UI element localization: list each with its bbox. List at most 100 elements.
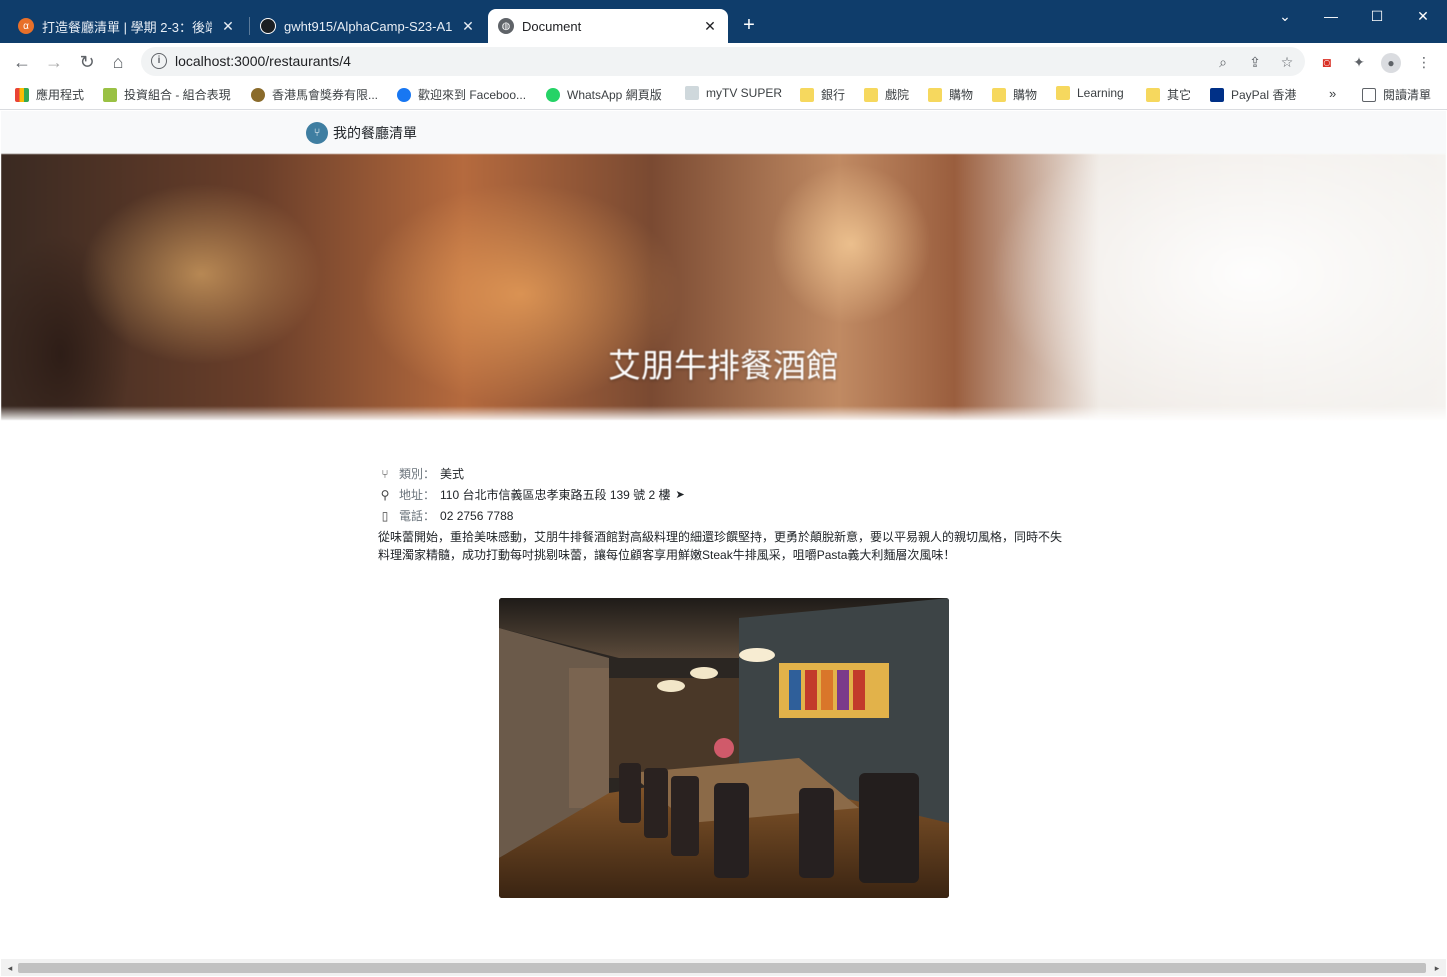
page-viewport: ⑂ 我的餐廳清單 艾朋牛排餐酒館 ⑂ 類別： 美式 ⚲ 地址： 110 台北市信… bbox=[1, 111, 1446, 959]
location-arrow-icon[interactable]: ➤ bbox=[676, 488, 685, 501]
scrollbar-thumb[interactable] bbox=[18, 963, 1426, 973]
bookmark-label: 歡迎來到 Faceboo... bbox=[418, 88, 527, 102]
address-bar[interactable]: i localhost:3000/restaurants/4 ⌕ ⇪ ☆ bbox=[141, 47, 1305, 76]
mobile-phone-icon: ▯ bbox=[381, 508, 389, 523]
bookmark-label: 香港馬會獎券有限... bbox=[272, 88, 379, 102]
github-icon bbox=[260, 18, 276, 34]
category-value: 美式 bbox=[440, 467, 465, 481]
bookmark-label: Learning bbox=[1077, 86, 1124, 100]
folder-icon bbox=[800, 87, 814, 102]
portfolio-icon bbox=[103, 87, 117, 102]
bookmark-label: 銀行 bbox=[821, 88, 846, 102]
close-icon[interactable]: ✕ bbox=[220, 18, 236, 35]
bookmark-apps[interactable]: 應用程式 bbox=[15, 86, 84, 103]
bookmark-label: 購物 bbox=[949, 88, 974, 102]
extensions-icon[interactable]: ✦ bbox=[1348, 51, 1370, 73]
site-info-icon[interactable]: i bbox=[151, 53, 167, 69]
folder-icon bbox=[992, 87, 1006, 102]
bookmark-star-icon[interactable]: ☆ bbox=[1277, 52, 1297, 72]
maximize-button[interactable]: ☐ bbox=[1354, 4, 1400, 28]
bookmark-label: myTV SUPER bbox=[706, 86, 783, 100]
restaurant-photo bbox=[499, 598, 949, 898]
restaurant-description: 從味蕾開始，重拾美味感動，艾朋牛排餐酒館對高級料理的細還珍饌堅持，更勇於顛脫新意… bbox=[378, 530, 1063, 562]
share-icon[interactable]: ⇪ bbox=[1245, 52, 1265, 72]
bookmark-folder-shopping[interactable]: 購物 bbox=[928, 86, 973, 103]
reading-list-button[interactable]: 閱讀清單 bbox=[1362, 86, 1431, 103]
close-window-button[interactable]: ✕ bbox=[1400, 4, 1446, 28]
zoom-icon[interactable]: ⌕ bbox=[1213, 52, 1233, 72]
phone-label: 電話： bbox=[399, 509, 436, 523]
brand-text: 我的餐廳清單 bbox=[333, 125, 417, 141]
tab-alphacamp[interactable]: α 打造餐廳清單 | 學期 2-3：後端開 ✕ bbox=[8, 9, 246, 43]
mytv-icon bbox=[685, 86, 699, 100]
bookmark-folder-learning[interactable]: Learning bbox=[1056, 86, 1124, 100]
bookmarks-bar: 應用程式 投資組合 - 組合表現 香港馬會獎券有限... 歡迎來到 Facebo… bbox=[0, 80, 1447, 110]
reload-button[interactable]: ↻ bbox=[74, 49, 100, 75]
category-row: ⑂ 類別： 美式 bbox=[378, 463, 1068, 484]
bookmark-paypal[interactable]: PayPal 香港 bbox=[1210, 86, 1296, 103]
back-button[interactable]: ← bbox=[9, 49, 35, 75]
globe-icon: ◍ bbox=[498, 18, 514, 34]
bookmark-folder-bank[interactable]: 銀行 bbox=[800, 86, 845, 103]
bookmark-hkjc[interactable]: 香港馬會獎券有限... bbox=[251, 86, 378, 103]
site-navbar: ⑂ 我的餐廳清單 bbox=[1, 111, 1446, 154]
site-brand-link[interactable]: ⑂ 我的餐廳清單 bbox=[306, 122, 417, 144]
folder-icon bbox=[1146, 87, 1160, 102]
paypal-icon bbox=[1210, 87, 1224, 102]
close-icon[interactable]: ✕ bbox=[460, 18, 476, 35]
tab-search-icon[interactable]: ⌄ bbox=[1262, 4, 1308, 28]
bookmark-folder-cinema[interactable]: 戲院 bbox=[864, 86, 909, 103]
bookmark-folder-shopping-2[interactable]: 購物 bbox=[992, 86, 1037, 103]
forward-button[interactable]: → bbox=[41, 49, 67, 75]
hero-banner: 艾朋牛排餐酒館 bbox=[1, 154, 1446, 420]
address-row: ⚲ 地址： 110 台北市信義區忠孝東路五段 139 號 2 樓 ➤ bbox=[378, 484, 1068, 505]
pocket-extension-icon[interactable]: ◙ bbox=[1316, 51, 1338, 73]
address-label: 地址： bbox=[399, 488, 436, 502]
category-label: 類別： bbox=[399, 467, 436, 481]
map-marker-icon: ⚲ bbox=[380, 487, 390, 502]
facebook-icon bbox=[397, 87, 411, 102]
phone-row: ▯ 電話： 02 2756 7788 bbox=[378, 505, 1068, 526]
tab-label: Document bbox=[522, 18, 582, 34]
phone-value: 02 2756 7788 bbox=[440, 508, 514, 523]
bookmark-mytv[interactable]: myTV SUPER bbox=[685, 86, 782, 100]
reading-list-icon bbox=[1362, 87, 1376, 102]
utensils-icon: ⑂ bbox=[381, 466, 389, 481]
restaurant-info: ⑂ 類別： 美式 ⚲ 地址： 110 台北市信義區忠孝東路五段 139 號 2 … bbox=[378, 463, 1068, 564]
reading-list-label: 閱讀清單 bbox=[1383, 88, 1432, 102]
tab-label: gwht915/AlphaCamp-S23-A1 bbox=[284, 18, 452, 34]
bookmark-label: 其它 bbox=[1167, 88, 1192, 102]
profile-avatar[interactable]: ● bbox=[1380, 51, 1402, 73]
bookmark-whatsapp[interactable]: WhatsApp 網頁版 bbox=[546, 86, 662, 103]
horizontal-scrollbar[interactable]: ◂ ▸ bbox=[1, 959, 1446, 976]
bookmark-label: 應用程式 bbox=[36, 88, 85, 102]
address-value: 110 台北市信義區忠孝東路五段 139 號 2 樓 bbox=[440, 488, 671, 502]
bookmark-label: PayPal 香港 bbox=[1231, 88, 1297, 102]
tab-label: 打造餐廳清單 | 學期 2-3：後端開 bbox=[42, 19, 212, 35]
home-button[interactable]: ⌂ bbox=[105, 49, 131, 75]
hkjc-icon bbox=[251, 87, 265, 102]
tab-github[interactable]: gwht915/AlphaCamp-S23-A1 ✕ bbox=[250, 9, 486, 43]
minimize-button[interactable]: — bbox=[1308, 4, 1354, 28]
folder-icon bbox=[1056, 86, 1070, 100]
restaurant-interior-image bbox=[499, 598, 949, 898]
bookmark-folder-other[interactable]: 其它 bbox=[1146, 86, 1191, 103]
bookmark-portfolio[interactable]: 投資組合 - 組合表現 bbox=[103, 86, 231, 103]
bookmark-facebook[interactable]: 歡迎來到 Faceboo... bbox=[397, 86, 526, 103]
utensils-logo-icon: ⑂ bbox=[306, 122, 328, 144]
new-tab-button[interactable]: + bbox=[738, 14, 760, 36]
browser-toolbar: ← → ↻ ⌂ i localhost:3000/restaurants/4 ⌕… bbox=[0, 43, 1447, 80]
more-bookmarks-icon[interactable]: » bbox=[1329, 86, 1336, 101]
scroll-left-icon[interactable]: ◂ bbox=[4, 962, 16, 974]
whatsapp-icon bbox=[546, 87, 560, 102]
scroll-right-icon[interactable]: ▸ bbox=[1431, 962, 1443, 974]
tab-document[interactable]: ◍ Document ✕ bbox=[488, 9, 728, 43]
banner-fade bbox=[1, 406, 1446, 420]
url-text[interactable]: localhost:3000/restaurants/4 bbox=[175, 53, 351, 69]
bookmark-label: 購物 bbox=[1013, 88, 1038, 102]
folder-icon bbox=[864, 87, 878, 102]
close-icon[interactable]: ✕ bbox=[702, 18, 718, 35]
alphacamp-icon: α bbox=[18, 18, 34, 34]
menu-icon[interactable]: ⋮ bbox=[1413, 51, 1435, 73]
folder-icon bbox=[928, 87, 942, 102]
